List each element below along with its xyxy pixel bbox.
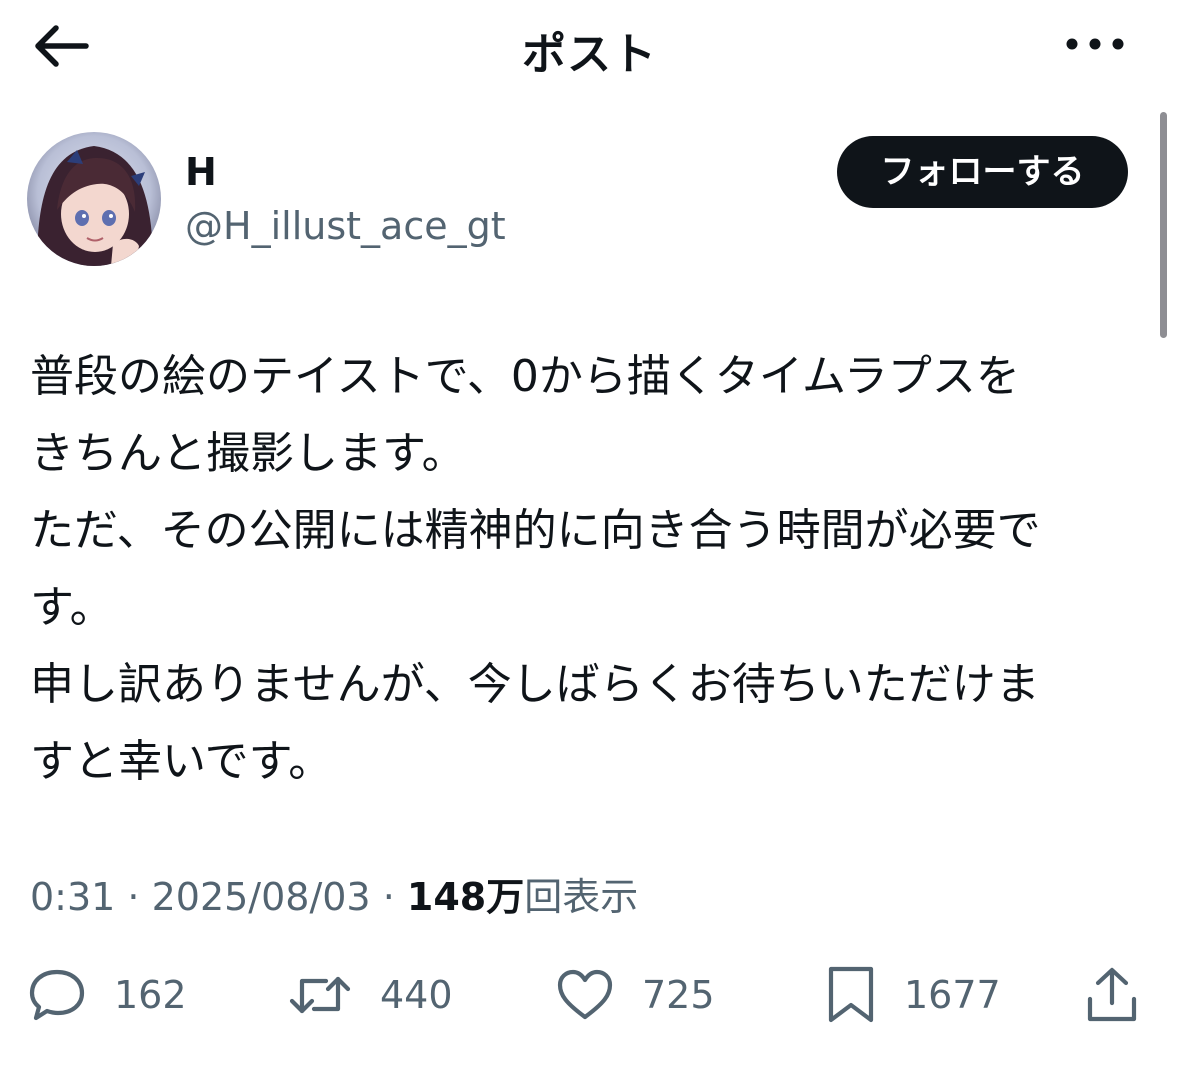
tweet-date[interactable]: 2025/08/03 [152, 875, 371, 919]
bookmark-count: 1677 [904, 973, 1001, 1017]
page-title: ポスト [522, 29, 657, 80]
follow-button[interactable]: フォローする [837, 136, 1128, 208]
tweet-text: 普段の絵のテイストで、0から描くタイムラプスを きちんと撮影します。 ただ、その… [30, 351, 1041, 787]
meta-separator: · [370, 875, 407, 919]
tweet-time[interactable]: 0:31 [30, 875, 115, 919]
bookmark-icon [828, 966, 874, 1023]
reply-icon [29, 969, 85, 1021]
avatar-image [27, 132, 161, 266]
repost-count: 440 [380, 973, 453, 1017]
avatar[interactable] [27, 132, 161, 266]
author-handle[interactable]: @H_illust_ace_gt [185, 204, 506, 248]
views-count: 148万 [406, 875, 525, 919]
like-button[interactable]: 725 [556, 960, 715, 1030]
views-label: 回表示 [524, 875, 639, 919]
bookmark-button[interactable]: 1677 [826, 960, 1001, 1030]
like-count: 725 [642, 973, 715, 1017]
scrollbar[interactable] [1160, 112, 1167, 338]
action-bar: 162 440 725 1677 [0, 960, 1179, 1030]
meta-separator: · [115, 875, 152, 919]
repost-button[interactable]: 440 [288, 960, 453, 1030]
share-icon [1087, 967, 1137, 1022]
more-options-button[interactable] [1062, 22, 1128, 66]
share-button[interactable] [1084, 960, 1140, 1030]
more-horizontal-icon [1066, 38, 1124, 50]
tweet-meta: 0:31 · 2025/08/03 · 148万回表示 [30, 866, 638, 921]
top-bar: ポスト [0, 0, 1179, 92]
heart-icon [557, 969, 613, 1020]
author-display-name[interactable]: H [185, 150, 217, 194]
reply-button[interactable]: 162 [28, 960, 187, 1030]
repost-icon [289, 976, 351, 1014]
reply-count: 162 [114, 973, 187, 1017]
